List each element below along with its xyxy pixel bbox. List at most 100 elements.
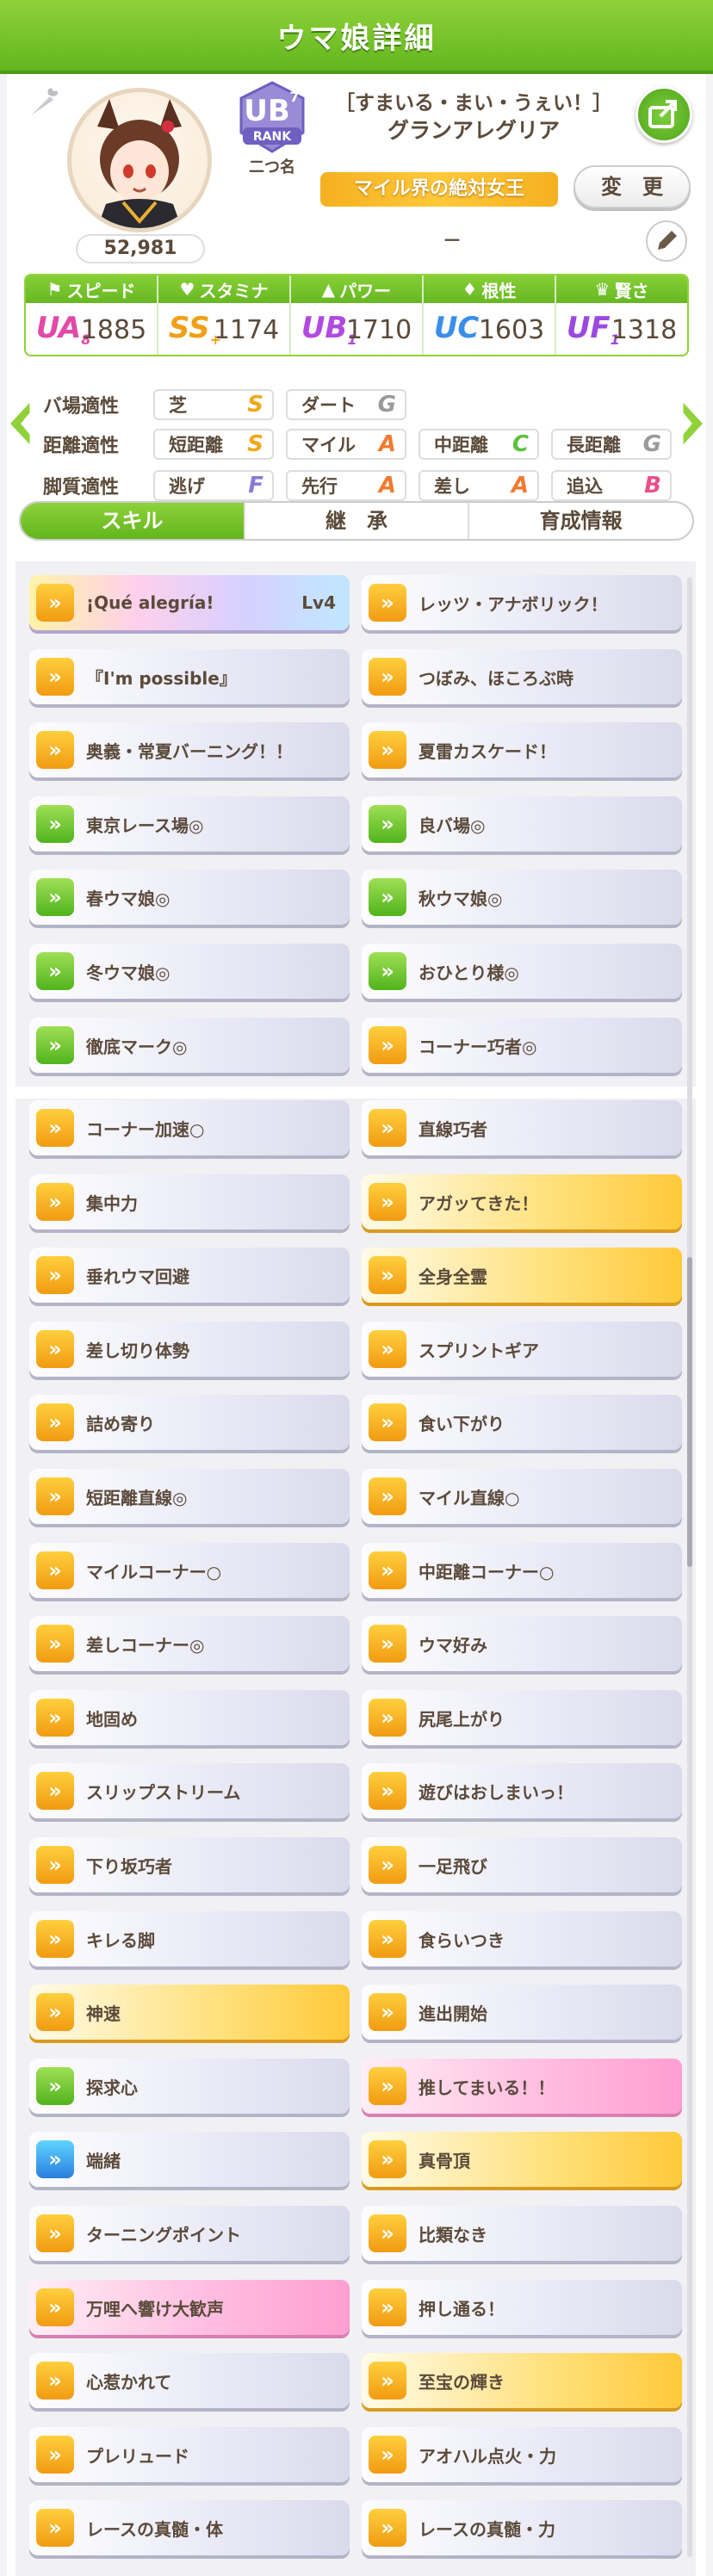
skill-name: つぼみ、ほころぶ時 (418, 667, 574, 689)
skill-item[interactable]: » 差しコーナー◎ (29, 1616, 350, 1671)
skill-item[interactable]: » 東京レース場◎ (29, 796, 350, 851)
skill-item[interactable]: » マイルコーナー○ (29, 1543, 350, 1598)
skill-item[interactable]: » つぼみ、ほころぶ時 (362, 649, 682, 704)
skill-item[interactable]: » 神速 (29, 1985, 350, 2040)
skill-item[interactable]: » プレリュード (29, 2427, 350, 2482)
stat-icon: ▲ (321, 279, 336, 300)
skill-item[interactable]: » 真骨頂 (362, 2132, 682, 2187)
skill-item[interactable]: » ターニングポイント (29, 2206, 350, 2261)
skill-icon: » (369, 658, 406, 696)
stat-value: 1174 (213, 314, 280, 345)
skill-name: レースの真髄・力 (418, 2518, 555, 2540)
skill-item[interactable]: » 全身全霊 (362, 1248, 682, 1303)
skill-item[interactable]: » アオハル点火・力 (362, 2427, 682, 2482)
skill-item[interactable]: » 春ウマ娘◎ (29, 870, 350, 925)
stat-value: 1318 (611, 314, 678, 345)
skill-item[interactable]: » ウマ好み (362, 1616, 682, 1671)
skill-item[interactable]: » レースの真髄・体 (29, 2500, 350, 2555)
skill-item[interactable]: » コーナー巧者◎ (362, 1018, 682, 1073)
skill-name: 東京レース場◎ (86, 814, 204, 836)
skill-item[interactable]: » 一足飛び (362, 1837, 682, 1892)
stat-icon: ⚑ (46, 279, 63, 300)
skill-item[interactable]: » コーナー加速○ (29, 1100, 350, 1155)
character-portrait[interactable] (67, 88, 212, 232)
skill-item[interactable]: » 推してまいる！！ (362, 2059, 682, 2114)
skill-item[interactable]: » 食い下がり (362, 1395, 682, 1450)
skill-item[interactable]: » 押し通る！ (362, 2280, 682, 2335)
skill-item[interactable]: » 直線巧者 (362, 1100, 682, 1155)
aptitude-grade: A (378, 473, 396, 498)
skill-name: 春ウマ娘◎ (86, 888, 170, 909)
skill-item[interactable]: » ¡Qué alegría! Lv4 (29, 575, 350, 630)
skill-item[interactable]: » 万哩へ響け大歓声 (29, 2280, 350, 2335)
skill-name: 差しコーナー◎ (86, 1634, 205, 1656)
skill-name: 推してまいる！！ (418, 2077, 555, 2098)
skill-name: 秋ウマ娘◎ (418, 888, 503, 909)
stat-label: 根性 (481, 280, 517, 301)
skill-item[interactable]: » 心惹かれて (29, 2353, 350, 2408)
skill-item[interactable]: » 端緒 (29, 2132, 350, 2187)
aptitude-grade: F (248, 473, 264, 498)
skill-icon: » (36, 1551, 74, 1589)
skill-icon: » (36, 1993, 74, 2031)
skill-item[interactable]: » キレる脚 (29, 1911, 350, 1966)
skill-item[interactable]: » 冬ウマ娘◎ (29, 944, 350, 999)
aptitude-grade: S (247, 431, 264, 457)
skill-item[interactable]: » レースの真髄・力 (362, 2500, 682, 2555)
skill-icon: » (36, 2288, 74, 2326)
tab-training-info[interactable]: 育成情報 (469, 503, 692, 539)
skill-item[interactable]: » 短距離直線◎ (29, 1469, 350, 1524)
edit-memo-button[interactable] (646, 220, 687, 262)
rank-name: 二つ名 (249, 158, 295, 176)
skill-item[interactable]: » 中距離コーナー○ (362, 1543, 682, 1598)
skill-icon: » (36, 2509, 74, 2547)
skill-icon: » (369, 1026, 406, 1064)
skill-item[interactable]: » 秋ウマ娘◎ (362, 870, 682, 925)
skill-name: レッツ・アナボリック！ (418, 593, 608, 615)
skill-item[interactable]: » 差し切り体勢 (29, 1322, 350, 1377)
skill-item[interactable]: » 下り坂巧者 (29, 1837, 350, 1892)
skill-name: プレリュード (86, 2445, 189, 2467)
fan-count: 52,981 (76, 234, 205, 263)
skill-item[interactable]: » 尻尾上がり (362, 1690, 682, 1745)
skill-icon: » (369, 1109, 406, 1147)
skill-item[interactable]: » 夏雷カスケード！ (362, 722, 682, 777)
stat-3: ♦ 根性 UC 1603 (424, 276, 556, 355)
skill-item[interactable]: » 地固め (29, 1690, 350, 1745)
skill-item[interactable]: » 詰め寄り (29, 1395, 350, 1450)
skill-item[interactable]: » アガッてきた！ (362, 1174, 682, 1229)
stat-body: UF1 1318 (556, 303, 687, 355)
scrollbar-thumb[interactable] (687, 1257, 692, 1567)
skill-item[interactable]: » 遊びはおしまいっ！ (362, 1763, 682, 1818)
skill-name: 尻尾上がり (418, 1708, 505, 1730)
skill-item[interactable]: » 良バ場◎ (362, 796, 682, 851)
skill-icon: » (36, 1183, 74, 1221)
skill-item[interactable]: » マイル直線○ (362, 1469, 682, 1524)
skill-name: 徹底マーク◎ (86, 1036, 188, 1057)
skill-item[interactable]: » 探求心 (29, 2059, 350, 2114)
tab-skill[interactable]: スキル (21, 503, 245, 539)
stat-grade: UC (433, 310, 480, 345)
prev-arrow-icon[interactable] (3, 396, 38, 451)
skill-item[interactable]: » 奥義・常夏バーニング！！ (29, 722, 350, 777)
skill-item[interactable]: » 集中力 (29, 1174, 350, 1229)
skill-item[interactable]: » 垂れウマ回避 (29, 1248, 350, 1303)
skill-item[interactable]: » 至宝の輝き (362, 2353, 682, 2408)
skill-item[interactable]: » おひとり様◎ (362, 944, 682, 999)
skill-level: Lv4 (301, 592, 336, 613)
skill-item[interactable]: » レッツ・アナボリック！ (362, 575, 682, 630)
skill-icon: » (36, 1477, 74, 1515)
skill-item[interactable]: » 比類なき (362, 2206, 682, 2261)
scrollbar-track[interactable] (687, 577, 692, 2557)
skill-item[interactable]: » 『I'm possible』 (29, 649, 350, 704)
skill-item[interactable]: » 進出開始 (362, 1985, 682, 2040)
skill-item[interactable]: » 徹底マーク◎ (29, 1018, 350, 1073)
skill-item[interactable]: » 食らいつき (362, 1911, 682, 1966)
aptitude-row: 脚質適性 逃げ F 先行 A 差し A 追込 B (43, 470, 684, 501)
skill-icon: » (369, 952, 406, 990)
share-button[interactable] (636, 86, 692, 143)
tab-inheritance[interactable]: 継 承 (245, 503, 470, 539)
change-nickname-button[interactable]: 変 更 (574, 165, 691, 208)
skill-item[interactable]: » スリップストリーム (29, 1763, 350, 1818)
skill-item[interactable]: » スプリントギア (362, 1322, 682, 1377)
